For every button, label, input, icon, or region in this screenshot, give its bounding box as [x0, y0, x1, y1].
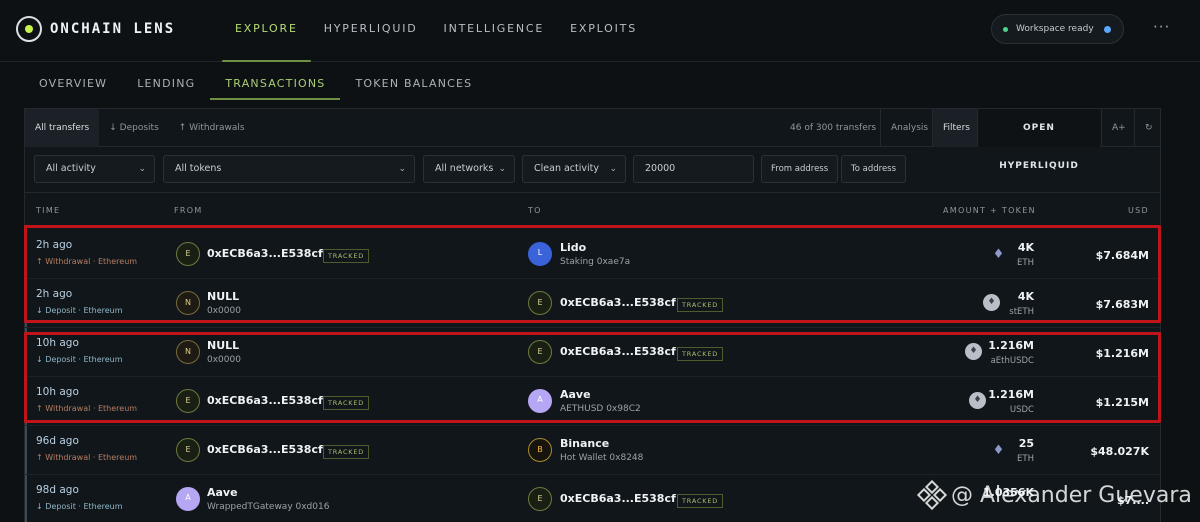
workspace-status[interactable]: Workspace ready — [991, 14, 1124, 44]
col-amount: AMOUNT + TOKEN — [943, 206, 1036, 215]
col-to: TO — [528, 206, 542, 215]
filter-withdrawals[interactable]: ↑ Withdrawals — [169, 109, 255, 147]
font-size-button[interactable]: A+ — [1101, 109, 1136, 147]
chevron-down-icon: ⌄ — [498, 164, 506, 174]
to-sub: Hot Wallet 0x8248 — [560, 453, 644, 463]
table-row[interactable]: 96d ago ↑ Withdrawal · Ethereum E 0xECB6… — [25, 426, 1160, 475]
more-menu-icon[interactable]: ··· — [1153, 18, 1170, 36]
nav-explore[interactable]: EXPLORE — [222, 0, 311, 62]
eth-icon: ♦ — [992, 443, 1005, 458]
col-time: TIME — [36, 206, 61, 215]
binance-icon: B — [528, 438, 552, 462]
tab-transactions[interactable]: TRANSACTIONS — [210, 62, 341, 100]
tokens-select-value: All tokens — [175, 163, 222, 174]
tab-token-balances[interactable]: TOKEN BALANCES — [340, 62, 487, 100]
nav-hyperliquid[interactable]: HYPERLIQUID — [311, 0, 431, 62]
clean-activity-value: Clean activity — [534, 163, 599, 174]
top-bar: ONCHAIN LENS EXPLORE HYPERLIQUID INTELLI… — [0, 0, 1200, 62]
analysis-button[interactable]: Analysis — [880, 109, 938, 147]
highlight-box-aave — [24, 332, 1161, 423]
status-label: Workspace ready — [1016, 24, 1094, 34]
brand-logo[interactable]: ONCHAIN LENS — [16, 16, 175, 42]
to-name[interactable]: Binance — [560, 437, 609, 450]
row-accent — [25, 426, 27, 474]
transfer-count: 46 of 300 transfers — [790, 123, 877, 133]
col-usd: USD — [1128, 206, 1149, 215]
main-nav: EXPLORE HYPERLIQUID INTELLIGENCE EXPLOIT… — [222, 0, 650, 62]
usd-value: $48.027K — [1090, 445, 1149, 458]
filter-deposits[interactable]: ↓ Deposits — [99, 109, 169, 147]
aave-icon: A — [176, 487, 200, 511]
from-address[interactable]: 0xECB6a3...E538cf — [207, 443, 323, 456]
refresh-icon[interactable]: ↻ — [1134, 109, 1163, 147]
row-direction: ↓ Deposit · Ethereum — [36, 502, 123, 511]
to-address-button[interactable]: To address — [841, 155, 907, 183]
filter-bar: All transfers ↓ Deposits ↑ Withdrawals 4… — [25, 108, 1163, 171]
tab-overview[interactable]: OVERVIEW — [24, 62, 122, 100]
tracked-badge: TRACKED — [677, 494, 724, 508]
row-time: 98d ago — [36, 484, 79, 496]
min-value-input[interactable]: 20000 — [633, 155, 754, 183]
lens-icon — [16, 16, 42, 42]
chevron-down-icon: ⌄ — [398, 164, 406, 174]
networks-select-value: All networks — [435, 163, 494, 174]
brand-name: ONCHAIN LENS — [50, 21, 176, 37]
to-avatar: E — [528, 487, 552, 511]
binance-square-icon — [916, 479, 948, 511]
from-avatar: E — [176, 438, 200, 462]
filter-controls: All activity ⌄ All tokens ⌄ All networks ⌄ … — [25, 147, 1160, 193]
activity-select[interactable]: All activity ⌄ — [34, 155, 155, 183]
nav-intelligence[interactable]: INTELLIGENCE — [431, 0, 558, 62]
row-direction: ↑ Withdrawal · Ethereum — [36, 453, 138, 462]
networks-select[interactable]: All networks ⌄ — [423, 155, 515, 183]
activity-select-value: All activity — [46, 163, 96, 174]
to-address[interactable]: 0xECB6a3...E538cf — [560, 492, 676, 505]
open-hyperliquid-button[interactable]: OPEN HYPERLIQUID — [977, 109, 1100, 171]
table-header: TIME FROM TO AMOUNT + TOKEN USD — [25, 193, 1160, 227]
row-accent — [25, 475, 27, 522]
status-dot-icon — [1003, 26, 1008, 32]
nav-exploits[interactable]: EXPLOITS — [557, 0, 650, 62]
filters-button[interactable]: Filters — [932, 109, 980, 147]
chevron-down-icon: ⌄ — [138, 164, 146, 174]
section-tabs: OVERVIEW LENDING TRANSACTIONS TOKEN BALA… — [24, 62, 487, 100]
tracked-badge: TRACKED — [323, 445, 370, 459]
highlight-box-lido — [24, 225, 1161, 323]
status-indicator-icon — [1104, 25, 1111, 33]
filter-all-transfers[interactable]: All transfers — [25, 108, 100, 147]
tokens-select[interactable]: All tokens ⌄ — [163, 155, 415, 183]
tab-lending[interactable]: LENDING — [122, 62, 210, 100]
clean-activity-select[interactable]: Clean activity ⌄ — [522, 155, 626, 183]
from-sub: WrappedTGateway 0xd016 — [207, 502, 330, 512]
from-name[interactable]: Aave — [207, 486, 238, 499]
row-time: 96d ago — [36, 435, 79, 447]
from-address-button[interactable]: From address — [761, 155, 839, 183]
token-symbol: ETH — [1017, 454, 1034, 464]
chevron-down-icon: ⌄ — [609, 164, 617, 174]
col-from: FROM — [174, 206, 203, 215]
watermark: @ Alexander Guevara — [916, 478, 1192, 512]
watermark-text: @ Alexander Guevara — [951, 482, 1192, 508]
amount: 25 — [1018, 437, 1034, 450]
